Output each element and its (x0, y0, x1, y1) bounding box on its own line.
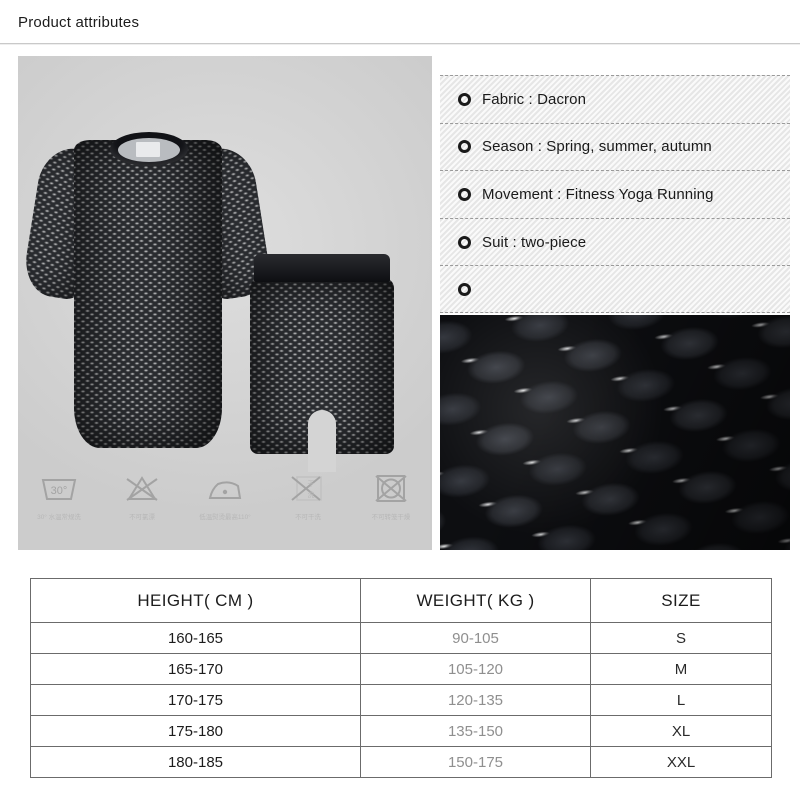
cell-weight-xl: 135-150 (360, 715, 591, 747)
cell-size-l: L (590, 684, 772, 716)
cell-height-s: 160-165 (30, 622, 361, 654)
table-row: 165-170 105-120 M (30, 653, 772, 685)
care-symbol-wash: 30° 30° 水温常规洗 (20, 468, 98, 522)
cell-height-m: 165-170 (30, 653, 361, 685)
table-row: 175-180 135-150 XL (30, 715, 772, 747)
table-row: 160-165 90-105 S (30, 622, 772, 654)
table-header-height: HEIGHT( CM ) (30, 578, 361, 623)
ring-bullet-icon (458, 282, 471, 296)
cell-weight-xxl: 150-175 (360, 746, 591, 778)
cell-weight-s: 90-105 (360, 622, 591, 654)
table-row: 170-175 120-135 L (30, 684, 772, 716)
cell-height-xl: 175-180 (30, 715, 361, 747)
shirt-body (74, 140, 222, 448)
cell-size-xl: XL (590, 715, 772, 747)
ring-bullet-icon (458, 140, 471, 154)
ring-bullet-icon (458, 187, 471, 201)
size-chart-table: HEIGHT( CM ) WEIGHT( KG ) SIZE 160-165 9… (30, 578, 772, 778)
wash-tub-30-icon: 30° (20, 468, 98, 508)
attribute-row-empty (440, 265, 790, 313)
shirt-neck-label (136, 142, 160, 157)
cell-size-xxl: XXL (590, 746, 772, 778)
page-title: Product attributes (18, 14, 140, 31)
compression-shorts-image (246, 254, 398, 472)
care-caption-tumbledry: 不可转笼干燥 (371, 514, 410, 521)
fabric-sheen-overlay (440, 315, 790, 550)
cell-height-l: 170-175 (30, 684, 361, 716)
ring-bullet-icon (458, 92, 471, 106)
product-attributes-panel: Fabric : Dacron Season : Spring, summer,… (440, 75, 790, 313)
no-tumble-dry-icon (352, 468, 430, 508)
attribute-row-movement: Movement : Fitness Yoga Running (440, 170, 790, 218)
cell-weight-l: 120-135 (360, 684, 591, 716)
care-caption-wash: 30° 水温常规洗 (37, 514, 82, 521)
wash-temp-text: 30° (51, 485, 68, 497)
care-symbol-tumbledry: 不可转笼干燥 (352, 468, 430, 522)
table-row: 180-185 150-175 XXL (30, 746, 772, 778)
care-caption-iron: 低温熨烫最高110° (199, 514, 251, 521)
table-header-row: HEIGHT( CM ) WEIGHT( KG ) SIZE (30, 578, 772, 623)
care-symbol-bleach: 不可氯漂 (103, 468, 181, 522)
attribute-text-season: Season : Spring, summer, autumn (482, 138, 712, 156)
attribute-row-suit: Suit : two-piece (440, 217, 790, 266)
fabric-closeup-photo[interactable] (440, 315, 790, 550)
shorts-waistband (254, 254, 390, 282)
attribute-row-season: Season : Spring, summer, autumn (440, 122, 790, 171)
iron-low-heat-icon (186, 468, 264, 508)
attribute-text-fabric: Fabric : Dacron (482, 90, 587, 108)
table-header-size: SIZE (590, 578, 772, 623)
svg-text:干: 干 (307, 480, 314, 488)
attribute-row-fabric: Fabric : Dacron (440, 75, 790, 123)
attribute-text-suit: Suit : two-piece (482, 233, 587, 251)
cell-size-s: S (590, 622, 772, 654)
no-bleach-icon (103, 468, 181, 508)
no-dry-clean-icon: 干 洗 (269, 468, 347, 508)
ring-bullet-icon (458, 235, 471, 249)
attribute-text-movement: Movement : Fitness Yoga Running (482, 185, 714, 203)
compression-shirt-image (20, 114, 274, 449)
care-symbol-dryclean: 干 洗 不可干洗 (269, 468, 347, 522)
product-photo-panel[interactable]: 30° 30° 水温常规洗 不可氯漂 低温熨烫最高110° 干 洗 不可干洗 不… (18, 56, 432, 550)
page-header: Product attributes (0, 0, 800, 45)
care-caption-bleach: 不可氯漂 (129, 514, 156, 521)
table-header-weight: WEIGHT( KG ) (360, 578, 591, 623)
svg-text:洗: 洗 (307, 490, 314, 499)
product-content-area: 30° 30° 水温常规洗 不可氯漂 低温熨烫最高110° 干 洗 不可干洗 不… (0, 45, 800, 550)
cell-size-m: M (590, 653, 772, 685)
cell-weight-m: 105-120 (360, 653, 591, 685)
care-symbol-iron: 低温熨烫最高110° (186, 468, 264, 522)
care-symbols-row: 30° 30° 水温常规洗 不可氯漂 低温熨烫最高110° 干 洗 不可干洗 不… (18, 458, 432, 550)
cell-height-xxl: 180-185 (30, 746, 361, 778)
care-caption-dryclean: 不可干洗 (294, 514, 321, 521)
